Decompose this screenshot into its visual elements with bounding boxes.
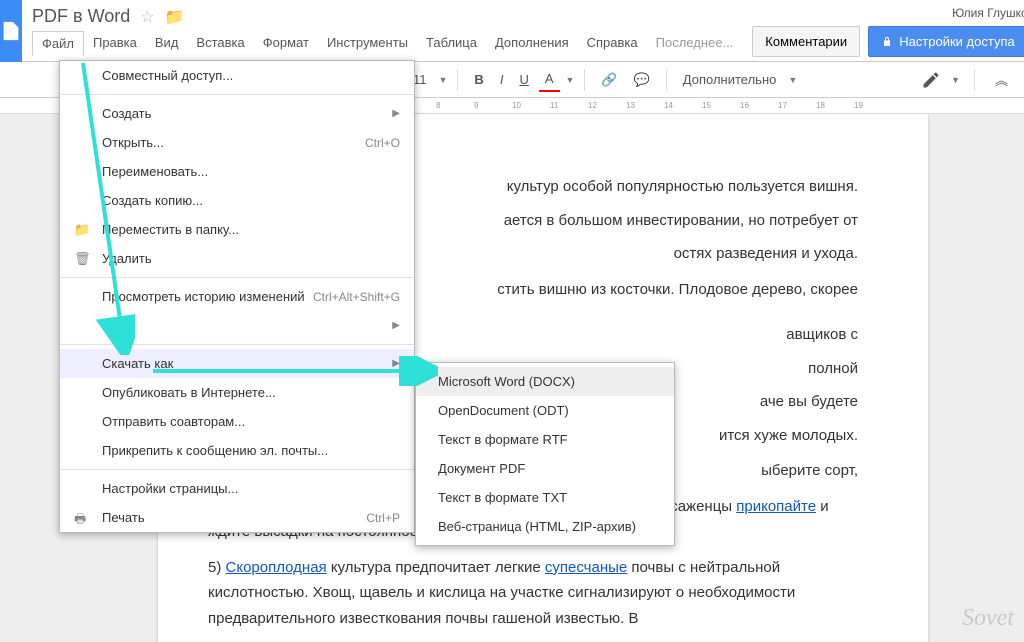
menu-tools[interactable]: Инструменты <box>318 31 417 56</box>
link-prikopaite[interactable]: прикопайте <box>736 498 816 515</box>
comment-button[interactable]: 💬 <box>628 68 656 92</box>
chevron-right-icon: ▶ <box>392 108 400 119</box>
sm-txt[interactable]: Текст в формате TXT <box>416 483 674 512</box>
folder-icon[interactable]: 📁 <box>165 7 185 27</box>
bold-button[interactable]: B <box>468 68 489 91</box>
print-icon: 🖶 <box>74 510 90 526</box>
italic-button[interactable]: I <box>494 68 510 91</box>
pencil-icon[interactable] <box>921 70 941 90</box>
sm-html[interactable]: Веб-страница (HTML, ZIP-архив) <box>416 512 674 541</box>
lock-icon <box>881 36 893 48</box>
menu-recent: Последнее... <box>647 31 743 56</box>
link-button[interactable]: 🔗 <box>595 68 623 92</box>
docs-logo[interactable] <box>0 0 22 62</box>
star-icon[interactable]: ☆ <box>140 7 154 27</box>
dd-page-setup[interactable]: Настройки страницы... <box>60 474 414 503</box>
collapse-button[interactable]: ︽ <box>989 66 1014 93</box>
text-color-button[interactable]: A <box>539 67 560 92</box>
chevron-down-icon[interactable]: ▼ <box>951 75 960 85</box>
chevron-down-icon[interactable]: ▼ <box>439 75 448 85</box>
sm-pdf[interactable]: Документ PDF <box>416 454 674 483</box>
menu-help[interactable]: Справка <box>578 31 647 56</box>
underline-button[interactable]: U <box>513 68 534 91</box>
menu-insert[interactable]: Вставка <box>187 31 253 56</box>
share-button[interactable]: Настройки доступа <box>868 26 1024 57</box>
link-supeschanye[interactable]: супесчаные <box>545 559 627 576</box>
watermark: Sovet <box>962 605 1014 632</box>
dd-send-collab[interactable]: Отправить соавторам... <box>60 407 414 436</box>
doc-title[interactable]: PDF в Word <box>32 6 130 27</box>
menu-table[interactable]: Таблица <box>417 31 486 56</box>
chevron-down-icon[interactable]: ▼ <box>788 75 797 85</box>
sm-docx[interactable]: Microsoft Word (DOCX) <box>416 367 674 396</box>
annotation-arrow-1 <box>75 55 135 355</box>
menu-view[interactable]: Вид <box>146 31 188 56</box>
comments-button[interactable]: Комментарии <box>752 26 860 57</box>
annotation-arrow-2 <box>148 356 438 386</box>
sm-rtf[interactable]: Текст в формате RTF <box>416 425 674 454</box>
chevron-right-icon: ▶ <box>392 320 400 331</box>
user-name[interactable]: Юлия Глушко <box>952 6 1024 20</box>
more-button[interactable]: Дополнительно <box>677 68 783 91</box>
menu-file[interactable]: Файл <box>32 31 84 56</box>
dd-print[interactable]: 🖶ПечатьCtrl+P <box>60 503 414 532</box>
dd-attach-email[interactable]: Прикрепить к сообщению эл. почты... <box>60 436 414 465</box>
download-submenu: Microsoft Word (DOCX) OpenDocument (ODT)… <box>415 362 675 546</box>
link-skoroplodnaya[interactable]: Скороплодная <box>226 559 327 576</box>
menu-format[interactable]: Формат <box>254 31 318 56</box>
share-label: Настройки доступа <box>899 34 1015 49</box>
menu-edit[interactable]: Правка <box>84 31 146 56</box>
menu-addons[interactable]: Дополнения <box>486 31 578 56</box>
chevron-down-icon[interactable]: ▼ <box>566 75 575 85</box>
sm-odt[interactable]: OpenDocument (ODT) <box>416 396 674 425</box>
